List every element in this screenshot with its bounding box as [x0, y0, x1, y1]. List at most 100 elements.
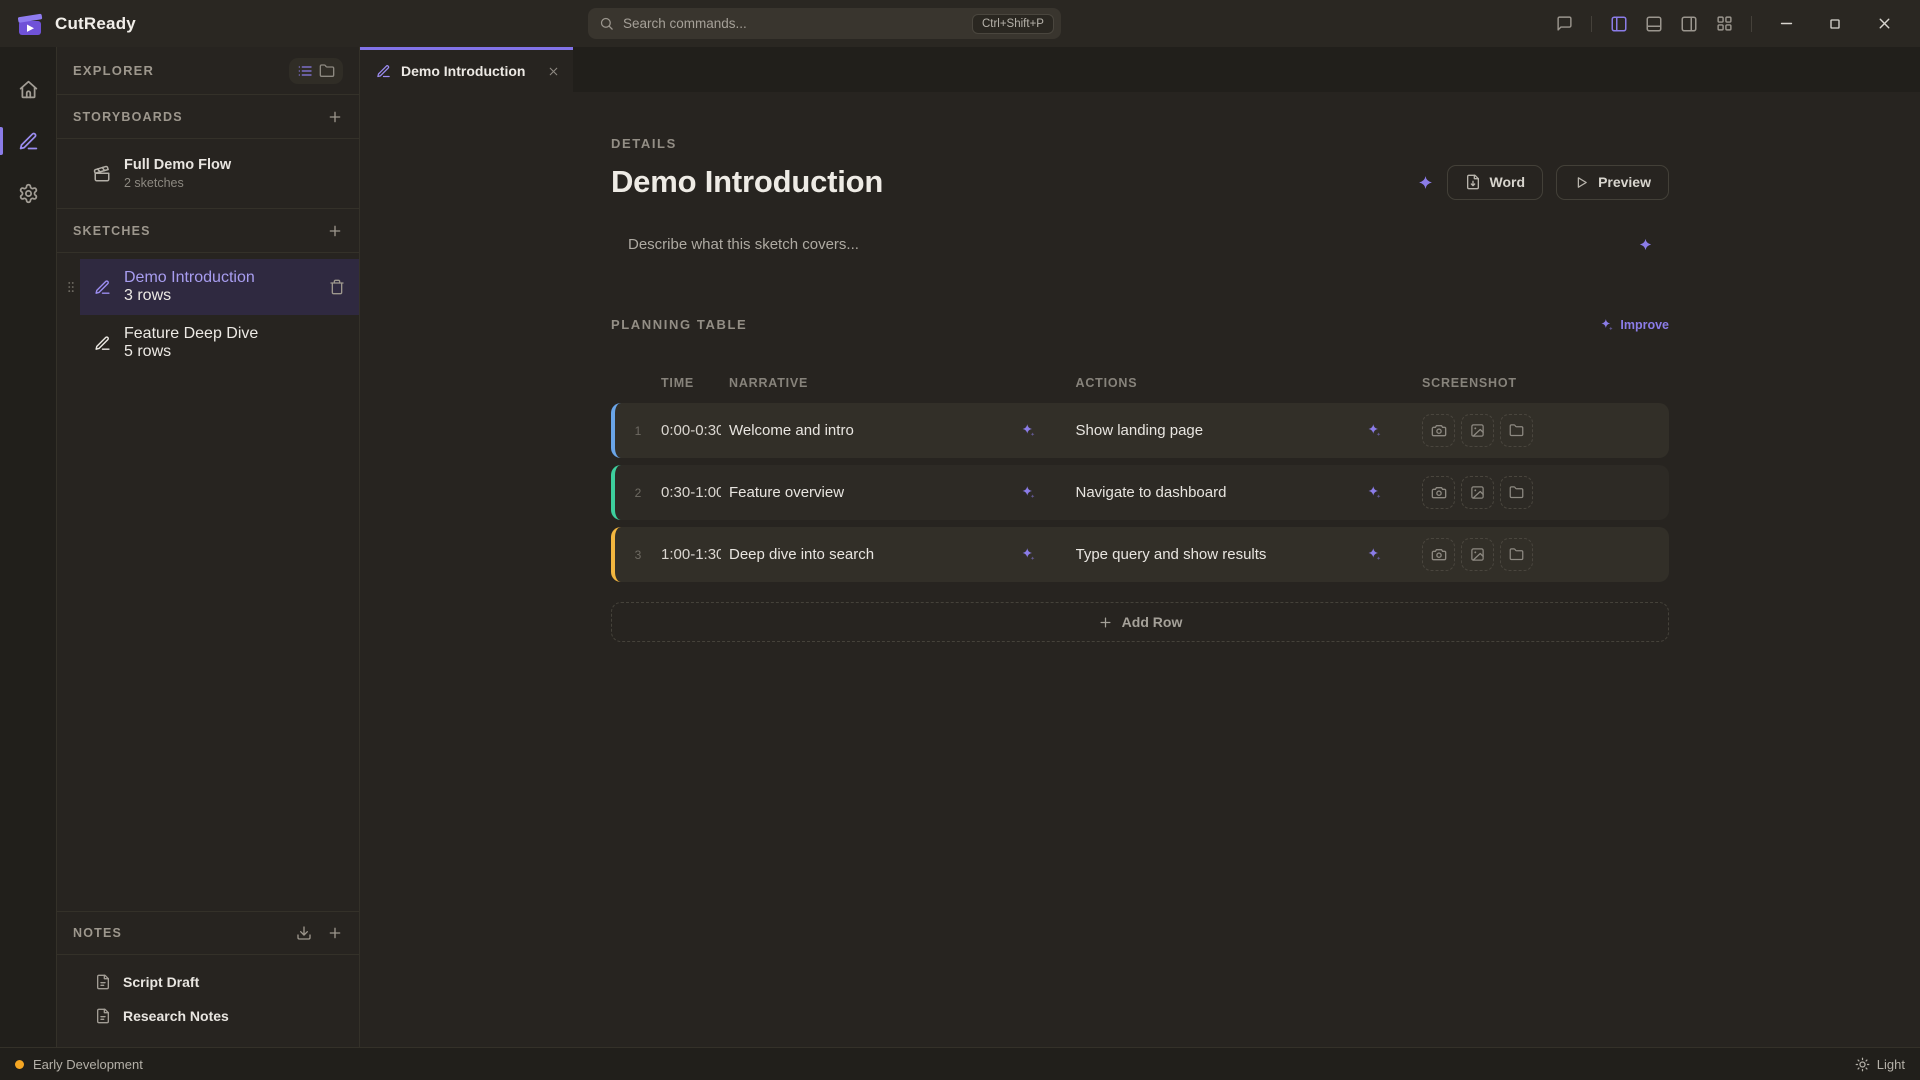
- toggle-right-panel-button[interactable]: [1676, 11, 1702, 37]
- close-button[interactable]: [1864, 9, 1904, 39]
- ai-narrative-button[interactable]: [1021, 423, 1036, 438]
- maximize-button[interactable]: [1815, 9, 1855, 39]
- actions-cell[interactable]: Navigate to dashboard: [1076, 484, 1227, 501]
- camera-icon: [1431, 423, 1447, 439]
- time-cell[interactable]: 1:00-1:30: [661, 546, 721, 563]
- table-header: TIME NARRATIVE ACTIONS SCREENSHOT: [611, 376, 1669, 390]
- browse-files-button[interactable]: [1500, 538, 1533, 571]
- ai-improve-description-button[interactable]: [1638, 237, 1653, 252]
- storyboard-item[interactable]: Full Demo Flow 2 sketches: [57, 147, 359, 200]
- command-search-input[interactable]: Search commands... Ctrl+Shift+P: [588, 8, 1061, 39]
- note-item-script-draft[interactable]: Script Draft: [57, 965, 359, 999]
- titlebar: CutReady Search commands... Ctrl+Shift+P: [0, 0, 1920, 47]
- add-storyboard-button[interactable]: [327, 109, 343, 125]
- sparkle-icon: [1638, 237, 1653, 252]
- add-note-button[interactable]: [327, 925, 343, 941]
- sketch-item-demo-introduction[interactable]: Demo Introduction 3 rows: [80, 259, 359, 315]
- ai-improve-title-button[interactable]: [1417, 174, 1434, 191]
- description-field[interactable]: Describe what this sketch covers...: [628, 236, 859, 253]
- preview-button[interactable]: Preview: [1556, 165, 1669, 200]
- title-actions: Word Preview: [1417, 165, 1669, 200]
- tab-label: Demo Introduction: [401, 63, 525, 79]
- folder-icon: [1509, 547, 1524, 562]
- drag-handle-icon[interactable]: [64, 279, 78, 295]
- capture-screenshot-button[interactable]: [1422, 414, 1455, 447]
- ai-actions-button[interactable]: [1367, 423, 1382, 438]
- plus-icon: [1098, 615, 1113, 630]
- pencil-icon: [94, 279, 111, 296]
- rail-sketches-button[interactable]: [0, 129, 57, 153]
- toggle-bottom-panel-button[interactable]: [1641, 11, 1667, 37]
- folder-icon: [1509, 485, 1524, 500]
- notes-label: NOTES: [73, 926, 122, 940]
- ai-narrative-button[interactable]: [1021, 547, 1036, 562]
- export-word-button[interactable]: Word: [1447, 165, 1544, 200]
- sparkles-icon: [1367, 423, 1382, 438]
- main-area: Demo Introduction DETAILS Demo Introduct…: [360, 47, 1920, 1047]
- browse-files-button[interactable]: [1500, 476, 1533, 509]
- pick-image-button[interactable]: [1461, 538, 1494, 571]
- note-name: Script Draft: [123, 974, 199, 990]
- minimize-button[interactable]: [1766, 9, 1806, 39]
- delete-sketch-button[interactable]: [329, 279, 345, 295]
- sketch-title[interactable]: Demo Introduction: [611, 164, 883, 200]
- grid-icon: [1716, 15, 1733, 32]
- explorer-view-toggle: [289, 58, 343, 84]
- pick-image-button[interactable]: [1461, 476, 1494, 509]
- pick-image-button[interactable]: [1461, 414, 1494, 447]
- clapperboard-icon: [93, 165, 111, 183]
- storyboard-meta: 2 sketches: [124, 176, 231, 190]
- sketch-editor: DETAILS Demo Introduction Word Previe: [360, 92, 1920, 1047]
- time-cell[interactable]: 0:30-1:00: [661, 484, 721, 501]
- sparkles-icon: [1021, 485, 1036, 500]
- capture-screenshot-button[interactable]: [1422, 538, 1455, 571]
- pencil-icon: [376, 64, 391, 79]
- narrative-cell[interactable]: Deep dive into search: [729, 546, 874, 563]
- time-cell[interactable]: 0:00-0:30: [661, 422, 721, 439]
- sun-icon: [1855, 1057, 1870, 1072]
- theme-toggle-button[interactable]: Light: [1855, 1057, 1905, 1072]
- actions-cell[interactable]: Type query and show results: [1076, 546, 1267, 563]
- ai-actions-button[interactable]: [1367, 547, 1382, 562]
- build-status: Early Development: [15, 1057, 143, 1072]
- export-notes-button[interactable]: [296, 925, 312, 941]
- list-view-button[interactable]: [297, 63, 313, 79]
- feedback-button[interactable]: [1551, 11, 1577, 37]
- plus-icon: [327, 925, 343, 941]
- add-row-button[interactable]: Add Row: [611, 602, 1669, 642]
- app-title: CutReady: [55, 14, 136, 34]
- note-item-research-notes[interactable]: Research Notes: [57, 999, 359, 1033]
- sketch-item-feature-deep-dive[interactable]: Feature Deep Dive 5 rows: [80, 315, 359, 371]
- narrative-cell[interactable]: Welcome and intro: [729, 422, 854, 439]
- apps-grid-button[interactable]: [1711, 11, 1737, 37]
- actions-cell[interactable]: Show landing page: [1076, 422, 1204, 439]
- narrative-cell[interactable]: Feature overview: [729, 484, 844, 501]
- status-dot-icon: [15, 1060, 24, 1069]
- toggle-left-panel-button[interactable]: [1606, 11, 1632, 37]
- capture-screenshot-button[interactable]: [1422, 476, 1455, 509]
- improve-table-button[interactable]: Improve: [1600, 318, 1669, 332]
- rail-settings-button[interactable]: [0, 181, 57, 205]
- titlebar-actions: [1551, 9, 1904, 39]
- tab-demo-introduction[interactable]: Demo Introduction: [360, 47, 573, 92]
- sidebar-spacer: [57, 381, 359, 911]
- folder-icon: [319, 63, 335, 79]
- gear-icon: [18, 183, 39, 204]
- image-icon: [1470, 485, 1485, 500]
- pencil-icon: [94, 335, 111, 352]
- panel-right-icon: [1680, 15, 1698, 33]
- tab-close-button[interactable]: [547, 65, 560, 78]
- explorer-sidebar: EXPLORER STORYBOARDS Full Demo Flow 2 s: [57, 47, 360, 1047]
- storyboards-list: Full Demo Flow 2 sketches: [57, 139, 359, 209]
- browse-files-button[interactable]: [1500, 414, 1533, 447]
- close-icon: [1876, 15, 1893, 32]
- ai-actions-button[interactable]: [1367, 485, 1382, 500]
- details-section-label: DETAILS: [611, 136, 1669, 151]
- file-icon: [95, 974, 111, 990]
- notes-list: Script Draft Research Notes: [57, 955, 359, 1047]
- image-icon: [1470, 547, 1485, 562]
- ai-narrative-button[interactable]: [1021, 485, 1036, 500]
- folder-view-button[interactable]: [319, 63, 335, 79]
- rail-home-button[interactable]: [0, 77, 57, 101]
- add-sketch-button[interactable]: [327, 223, 343, 239]
